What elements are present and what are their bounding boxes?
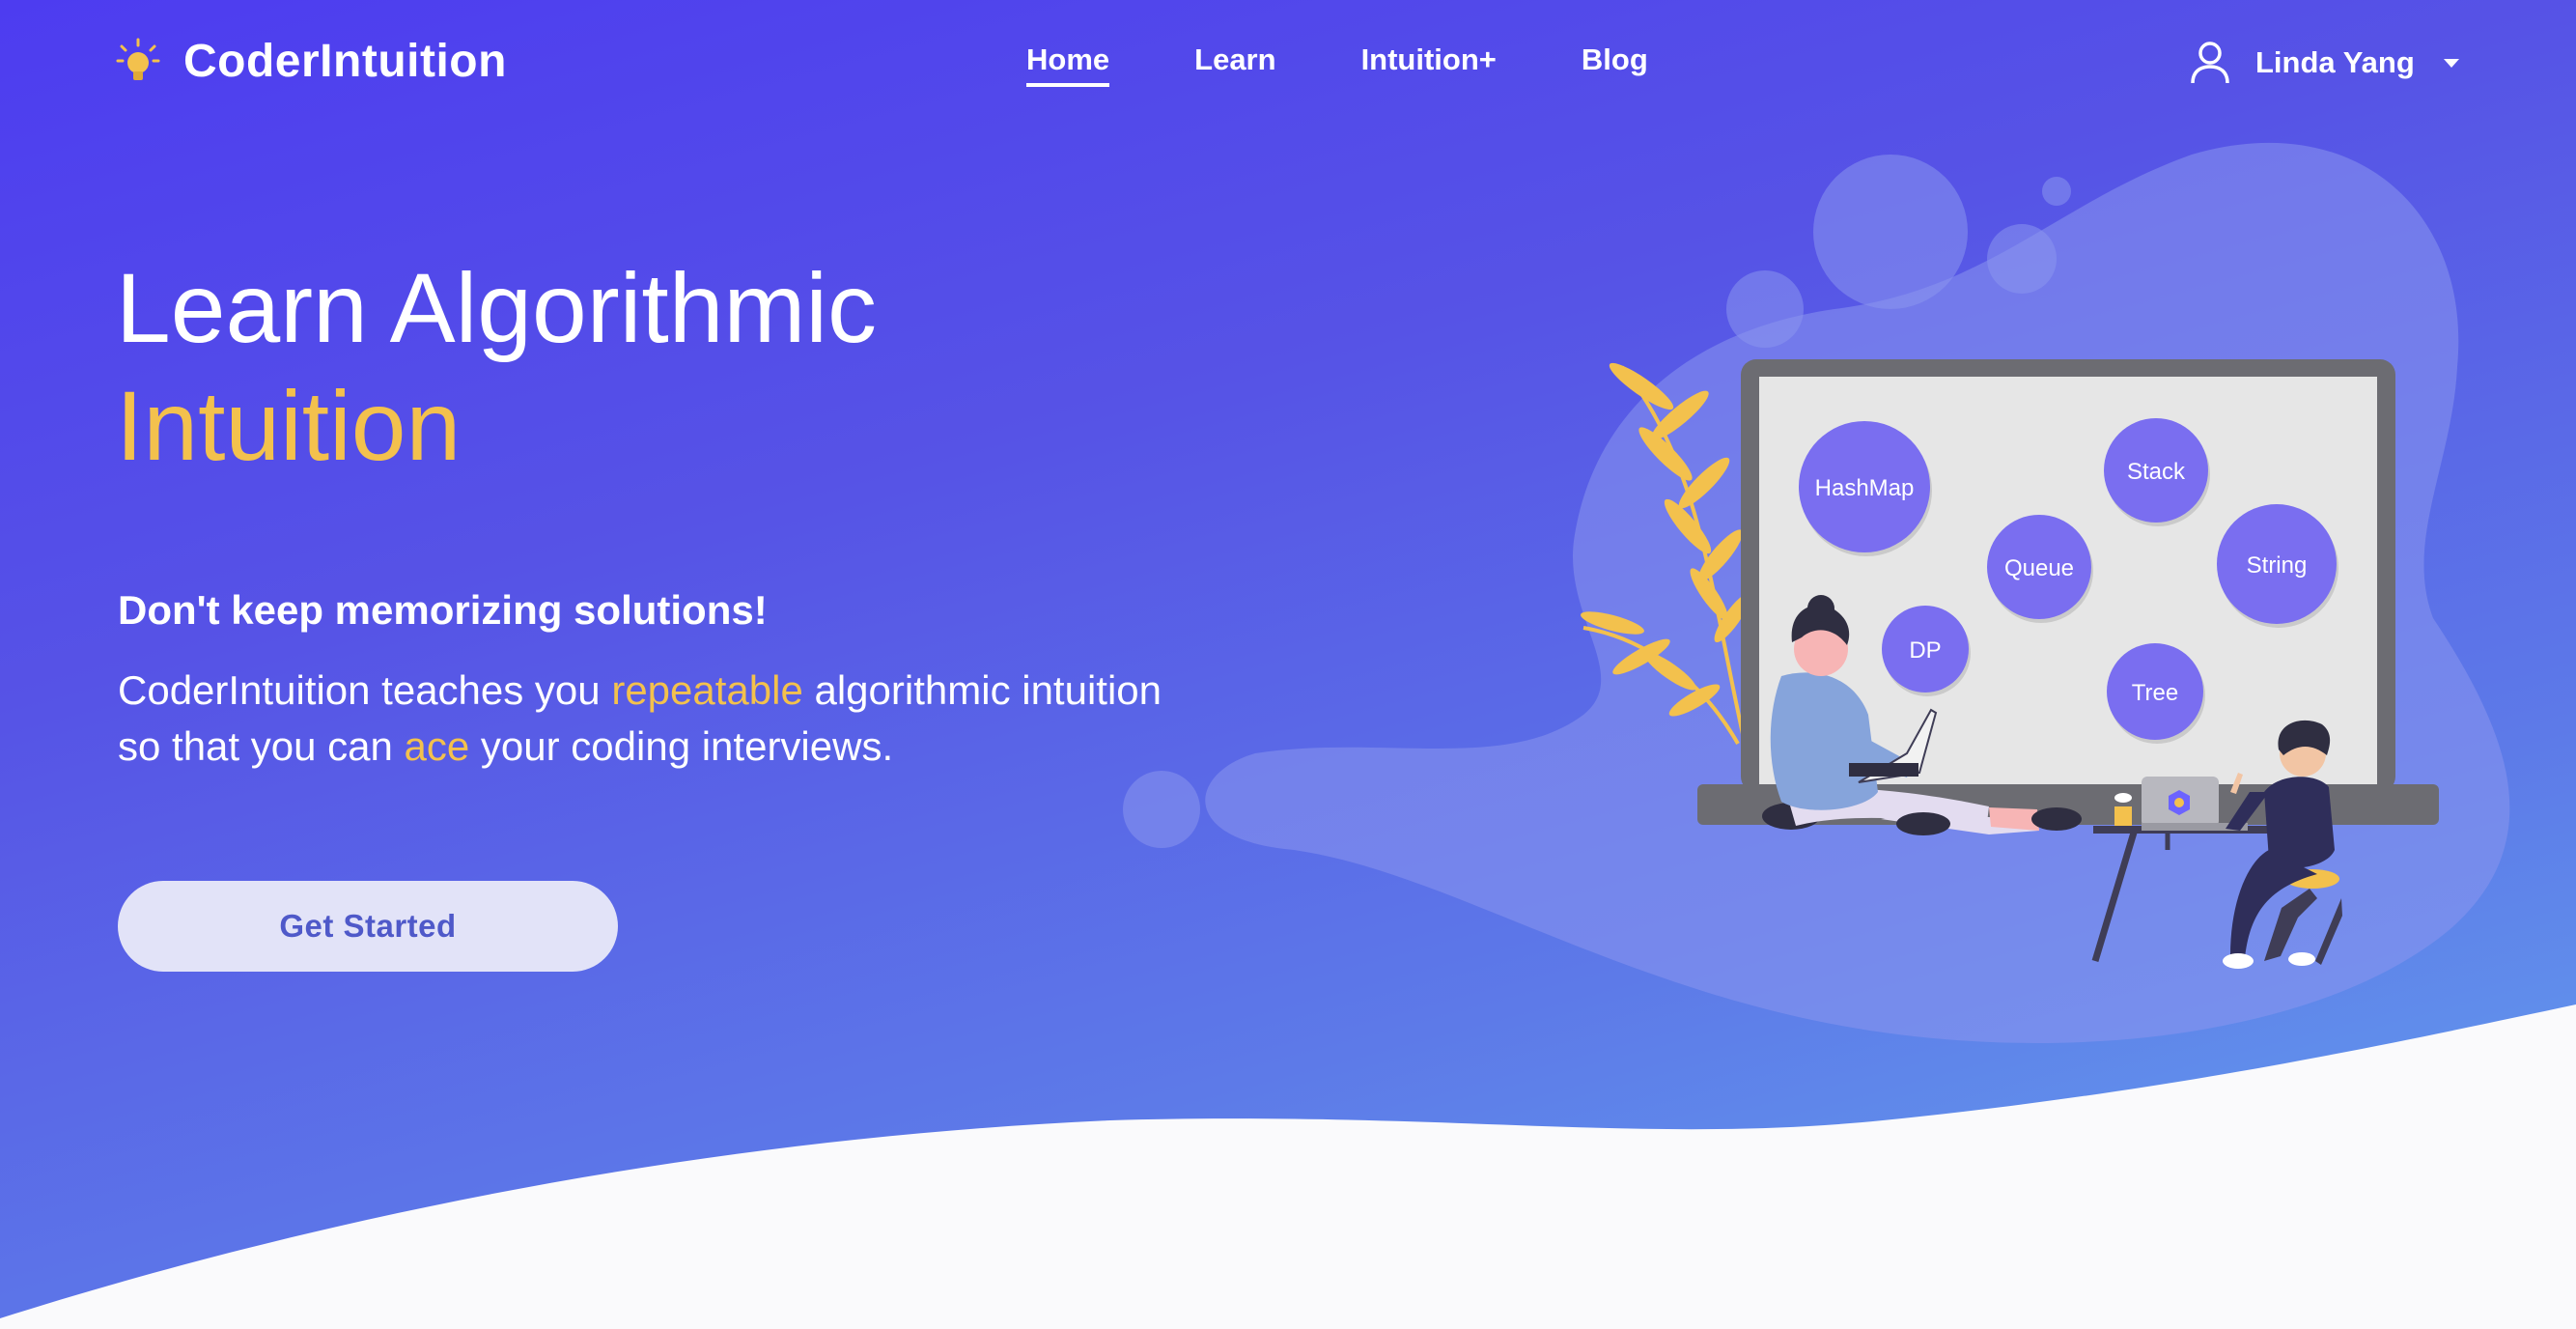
highlight-repeatable: repeatable <box>611 667 803 713</box>
main-nav: Home Learn Intuition+ Blog <box>1026 42 1733 87</box>
nav-blog[interactable]: Blog <box>1582 42 1648 87</box>
hero-title: Learn Algorithmic Intuition <box>116 249 877 485</box>
brand-name: CoderIntuition <box>183 36 507 87</box>
nav-learn[interactable]: Learn <box>1194 42 1275 87</box>
hero-title-line1: Learn Algorithmic <box>116 253 878 363</box>
hero-title-line2: Intuition <box>116 371 462 481</box>
nav-home[interactable]: Home <box>1026 42 1110 87</box>
get-started-button[interactable]: Get Started <box>118 881 618 972</box>
nav-intuition-plus[interactable]: Intuition+ <box>1361 42 1497 87</box>
brand-logo[interactable]: CoderIntuition <box>116 35 507 88</box>
hero-section: HashMap Stack Queue String DP Tree Coder… <box>0 0 2576 1329</box>
user-menu[interactable]: Linda Yang <box>2190 41 2459 85</box>
user-name: Linda Yang <box>2255 45 2415 79</box>
highlight-ace: ace <box>404 723 470 769</box>
caret-down-icon <box>2443 58 2459 68</box>
user-icon <box>2191 42 2229 84</box>
hero-subheading: Don't keep memorizing solutions! <box>118 587 768 633</box>
hero-paragraph-text-1: CoderIntuition teaches you <box>118 667 612 713</box>
lightbulb-icon <box>116 38 160 80</box>
hero-paragraph: CoderIntuition teaches you repeatable al… <box>118 663 1180 775</box>
hero-paragraph-text-3: your coding interviews. <box>469 723 894 769</box>
